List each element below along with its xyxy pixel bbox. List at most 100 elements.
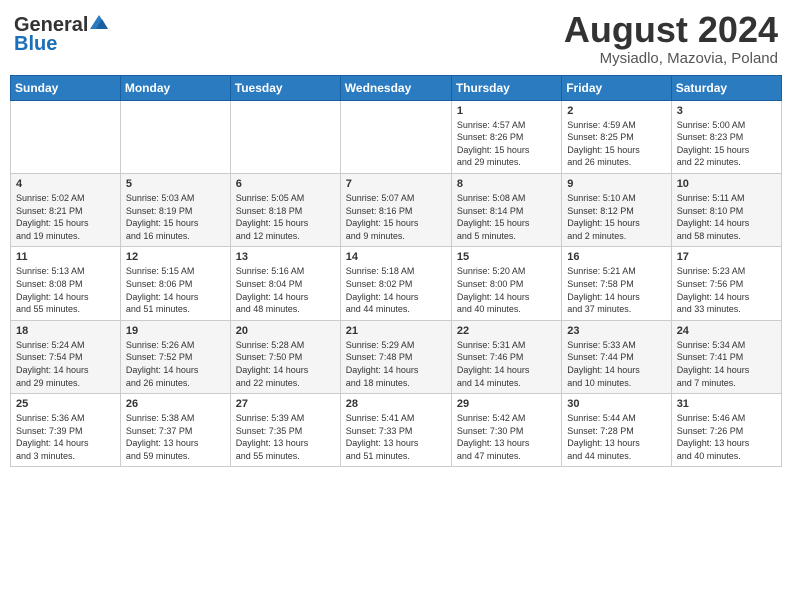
weekday-header: Saturday	[671, 75, 781, 100]
location-text: Mysiadlo, Mazovia, Poland	[564, 50, 778, 67]
day-number: 25	[16, 398, 115, 410]
title-section: August 2024 Mysiadlo, Mazovia, Poland	[564, 10, 778, 67]
day-info: Sunrise: 5:31 AM Sunset: 7:46 PM Dayligh…	[457, 339, 556, 389]
calendar-day-cell: 30Sunrise: 5:44 AM Sunset: 7:28 PM Dayli…	[562, 394, 671, 467]
weekday-header: Friday	[562, 75, 671, 100]
day-info: Sunrise: 5:16 AM Sunset: 8:04 PM Dayligh…	[236, 265, 335, 315]
calendar-day-cell: 24Sunrise: 5:34 AM Sunset: 7:41 PM Dayli…	[671, 320, 781, 393]
day-info: Sunrise: 5:33 AM Sunset: 7:44 PM Dayligh…	[567, 339, 665, 389]
calendar-day-cell: 6 Sunrise: 5:05 AM Sunset: 8:18 PM Daylig…	[230, 173, 340, 246]
calendar-day-cell: 10 Sunrise: 5:11 AM Sunset: 8:10 PM Dayli…	[671, 173, 781, 246]
calendar-week-row: 25 Sunrise: 5:36 AM Sunset: 7:39 PM Dayli…	[11, 394, 782, 467]
calendar-day-cell: 18 Sunrise: 5:24 AM Sunset: 7:54 PM Dayli…	[11, 320, 121, 393]
calendar-table: SundayMondayTuesdayWednesdayThursdayFrid…	[10, 75, 782, 468]
day-info: Sunrise: 5:29 AM Sunset: 7:48 PM Dayligh…	[346, 339, 446, 389]
day-info: Sunrise: 4:57 AM Sunset: 8:26 PM Dayligh…	[457, 119, 556, 169]
logo-blue-text: Blue	[14, 33, 57, 56]
day-number: 23	[567, 325, 665, 337]
calendar-day-cell: 25 Sunrise: 5:36 AM Sunset: 7:39 PM Dayli…	[11, 394, 121, 467]
calendar-day-cell: 28 Sunrise: 5:41 AM Sunset: 7:33 PM Dayli…	[340, 394, 451, 467]
calendar-day-cell: 31Sunrise: 5:46 AM Sunset: 7:26 PM Dayli…	[671, 394, 781, 467]
calendar-day-cell	[11, 100, 121, 173]
calendar-day-cell: 16 Sunrise: 5:21 AM Sunset: 7:58 PM Dayli…	[562, 247, 671, 320]
day-number: 17	[677, 251, 776, 263]
day-info: Sunrise: 5:18 AM Sunset: 8:02 PM Dayligh…	[346, 265, 446, 315]
calendar-day-cell: 11Sunrise: 5:13 AM Sunset: 8:08 PM Dayli…	[11, 247, 121, 320]
day-number: 7	[346, 178, 446, 190]
day-number: 28	[346, 398, 446, 410]
calendar-day-cell: 17 Sunrise: 5:23 AM Sunset: 7:56 PM Dayli…	[671, 247, 781, 320]
weekday-header: Wednesday	[340, 75, 451, 100]
day-number: 9	[567, 178, 665, 190]
day-info: Sunrise: 5:03 AM Sunset: 8:19 PM Dayligh…	[126, 192, 225, 242]
page-header: General Blue August 2024 Mysiadlo, Mazov…	[10, 10, 782, 67]
day-number: 29	[457, 398, 556, 410]
day-number: 26	[126, 398, 225, 410]
calendar-day-cell: 26 Sunrise: 5:38 AM Sunset: 7:37 PM Dayli…	[120, 394, 230, 467]
calendar-day-cell	[230, 100, 340, 173]
day-number: 8	[457, 178, 556, 190]
calendar-day-cell: 27 Sunrise: 5:39 AM Sunset: 7:35 PM Dayli…	[230, 394, 340, 467]
day-info: Sunrise: 5:39 AM Sunset: 7:35 PM Dayligh…	[236, 412, 335, 462]
day-info: Sunrise: 5:05 AM Sunset: 8:18 PM Dayligh…	[236, 192, 335, 242]
day-info: Sunrise: 5:41 AM Sunset: 7:33 PM Dayligh…	[346, 412, 446, 462]
day-number: 21	[346, 325, 446, 337]
day-info: Sunrise: 4:59 AM Sunset: 8:25 PM Dayligh…	[567, 119, 665, 169]
calendar-day-cell: 4 Sunrise: 5:02 AM Sunset: 8:21 PM Daylig…	[11, 173, 121, 246]
calendar-day-cell: 2 Sunrise: 4:59 AM Sunset: 8:25 PM Daylig…	[562, 100, 671, 173]
calendar-header-row: SundayMondayTuesdayWednesdayThursdayFrid…	[11, 75, 782, 100]
day-number: 6	[236, 178, 335, 190]
calendar-day-cell	[120, 100, 230, 173]
calendar-day-cell: 3Sunrise: 5:00 AM Sunset: 8:23 PM Daylig…	[671, 100, 781, 173]
day-number: 30	[567, 398, 665, 410]
day-info: Sunrise: 5:28 AM Sunset: 7:50 PM Dayligh…	[236, 339, 335, 389]
weekday-header: Thursday	[451, 75, 561, 100]
day-number: 18	[16, 325, 115, 337]
day-info: Sunrise: 5:13 AM Sunset: 8:08 PM Dayligh…	[16, 265, 115, 315]
day-number: 15	[457, 251, 556, 263]
day-number: 2	[567, 105, 665, 117]
day-info: Sunrise: 5:15 AM Sunset: 8:06 PM Dayligh…	[126, 265, 225, 315]
calendar-day-cell: 20 Sunrise: 5:28 AM Sunset: 7:50 PM Dayli…	[230, 320, 340, 393]
calendar-day-cell: 1 Sunrise: 4:57 AM Sunset: 8:26 PM Daylig…	[451, 100, 561, 173]
day-info: Sunrise: 5:11 AM Sunset: 8:10 PM Dayligh…	[677, 192, 776, 242]
calendar-day-cell: 9 Sunrise: 5:10 AM Sunset: 8:12 PM Daylig…	[562, 173, 671, 246]
day-number: 1	[457, 105, 556, 117]
day-info: Sunrise: 5:38 AM Sunset: 7:37 PM Dayligh…	[126, 412, 225, 462]
calendar-day-cell: 19 Sunrise: 5:26 AM Sunset: 7:52 PM Dayli…	[120, 320, 230, 393]
day-number: 19	[126, 325, 225, 337]
day-info: Sunrise: 5:00 AM Sunset: 8:23 PM Dayligh…	[677, 119, 776, 169]
weekday-header: Monday	[120, 75, 230, 100]
day-number: 12	[126, 251, 225, 263]
day-number: 16	[567, 251, 665, 263]
logo: General Blue	[14, 10, 108, 56]
day-number: 27	[236, 398, 335, 410]
day-info: Sunrise: 5:21 AM Sunset: 7:58 PM Dayligh…	[567, 265, 665, 315]
calendar-day-cell: 5 Sunrise: 5:03 AM Sunset: 8:19 PM Daylig…	[120, 173, 230, 246]
day-info: Sunrise: 5:02 AM Sunset: 8:21 PM Dayligh…	[16, 192, 115, 242]
day-info: Sunrise: 5:24 AM Sunset: 7:54 PM Dayligh…	[16, 339, 115, 389]
calendar-day-cell: 15 Sunrise: 5:20 AM Sunset: 8:00 PM Dayli…	[451, 247, 561, 320]
weekday-header: Sunday	[11, 75, 121, 100]
day-info: Sunrise: 5:08 AM Sunset: 8:14 PM Dayligh…	[457, 192, 556, 242]
calendar-day-cell: 7Sunrise: 5:07 AM Sunset: 8:16 PM Daylig…	[340, 173, 451, 246]
calendar-day-cell: 12 Sunrise: 5:15 AM Sunset: 8:06 PM Dayli…	[120, 247, 230, 320]
day-number: 13	[236, 251, 335, 263]
day-number: 22	[457, 325, 556, 337]
calendar-week-row: 1 Sunrise: 4:57 AM Sunset: 8:26 PM Daylig…	[11, 100, 782, 173]
logo-icon	[90, 15, 108, 31]
calendar-week-row: 11Sunrise: 5:13 AM Sunset: 8:08 PM Dayli…	[11, 247, 782, 320]
day-number: 10	[677, 178, 776, 190]
day-info: Sunrise: 5:26 AM Sunset: 7:52 PM Dayligh…	[126, 339, 225, 389]
day-info: Sunrise: 5:36 AM Sunset: 7:39 PM Dayligh…	[16, 412, 115, 462]
day-info: Sunrise: 5:20 AM Sunset: 8:00 PM Dayligh…	[457, 265, 556, 315]
day-number: 5	[126, 178, 225, 190]
calendar-day-cell: 29Sunrise: 5:42 AM Sunset: 7:30 PM Dayli…	[451, 394, 561, 467]
calendar-day-cell: 14Sunrise: 5:18 AM Sunset: 8:02 PM Dayli…	[340, 247, 451, 320]
day-number: 4	[16, 178, 115, 190]
day-info: Sunrise: 5:23 AM Sunset: 7:56 PM Dayligh…	[677, 265, 776, 315]
calendar-day-cell: 22 Sunrise: 5:31 AM Sunset: 7:46 PM Dayli…	[451, 320, 561, 393]
day-number: 20	[236, 325, 335, 337]
day-info: Sunrise: 5:10 AM Sunset: 8:12 PM Dayligh…	[567, 192, 665, 242]
calendar-day-cell: 8 Sunrise: 5:08 AM Sunset: 8:14 PM Daylig…	[451, 173, 561, 246]
